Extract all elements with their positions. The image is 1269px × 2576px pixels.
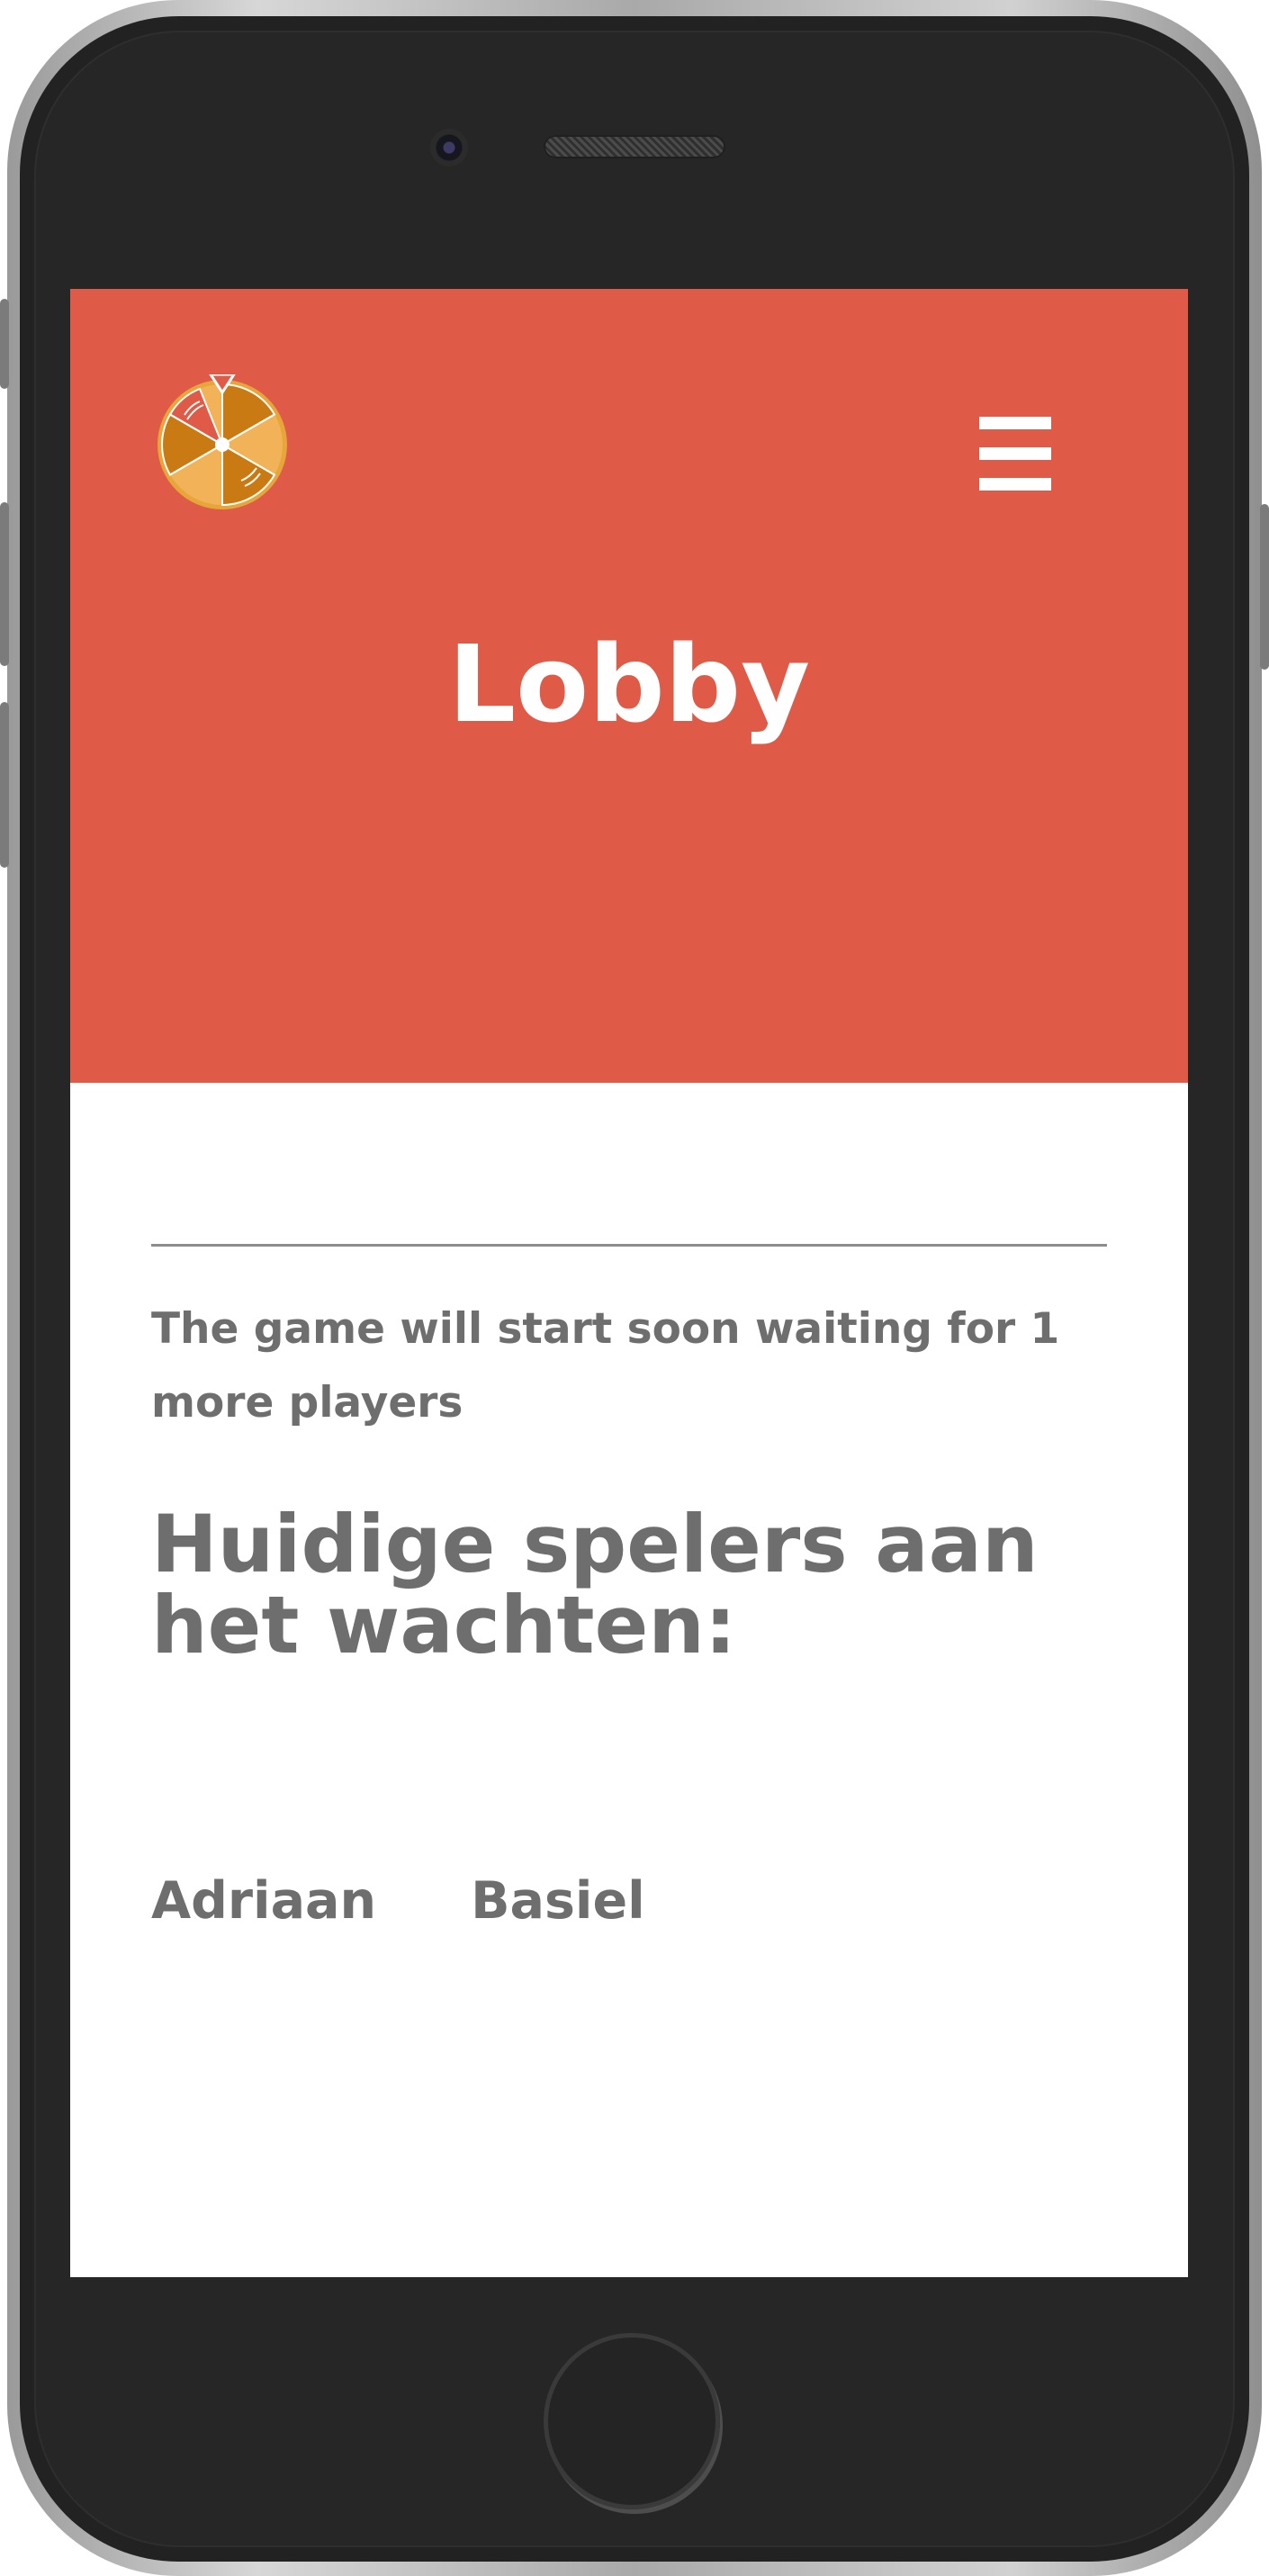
front-camera bbox=[430, 129, 468, 167]
app-screen: Lobby The game will start soon waiting f… bbox=[70, 289, 1188, 2277]
home-button bbox=[544, 2333, 720, 2509]
players-list: Adriaan Basiel bbox=[151, 1876, 740, 1927]
players-heading: Huidige spelers aan het wachten: bbox=[151, 1498, 1039, 1671]
volume-up-button bbox=[0, 502, 9, 666]
page-header: Lobby bbox=[70, 289, 1188, 1083]
player-name: Adriaan bbox=[151, 1871, 377, 1931]
waiting-status-text: The game will start soon waiting for 1 m… bbox=[151, 1304, 1060, 1428]
power-button bbox=[1260, 504, 1269, 670]
earpiece-speaker bbox=[544, 135, 725, 158]
volume-down-button bbox=[0, 702, 9, 868]
hamburger-menu-icon[interactable] bbox=[979, 417, 1051, 491]
mute-switch bbox=[0, 299, 9, 389]
page-title: Lobby bbox=[447, 622, 811, 746]
divider bbox=[151, 1244, 1107, 1247]
spinning-wheel-icon[interactable] bbox=[155, 373, 290, 509]
player-name: Basiel bbox=[471, 1871, 645, 1931]
